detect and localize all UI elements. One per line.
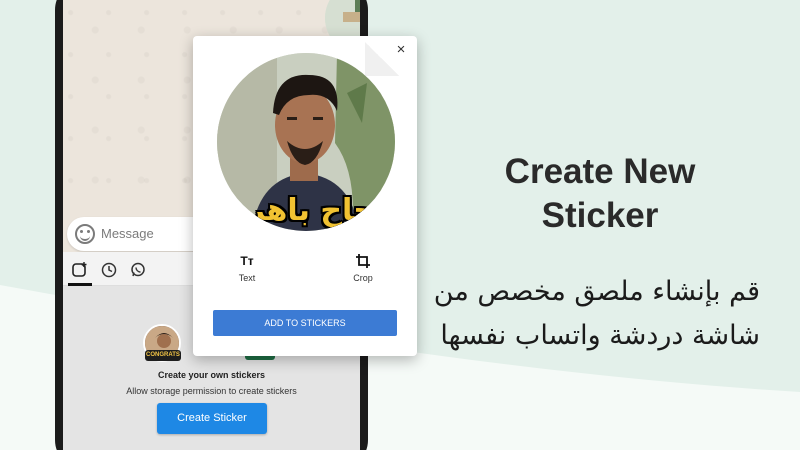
headline-line-2: Sticker <box>541 196 659 235</box>
message-placeholder: Message <box>101 226 154 241</box>
text-icon: Tт <box>240 254 254 268</box>
arabic-line-1: قم بإنشاء ملصق مخصص من <box>433 276 760 307</box>
sticker-photo-preview[interactable]: نجاح باهر <box>217 53 395 231</box>
add-to-stickers-button[interactable]: ADD TO STICKERS <box>213 310 397 336</box>
crop-icon <box>333 254 393 270</box>
clock-icon[interactable] <box>98 259 120 281</box>
text-tool-label: Text <box>238 273 256 283</box>
promo-headline: Create New Sticker <box>470 150 730 238</box>
sticker-add-icon[interactable] <box>69 259 91 281</box>
crop-tool[interactable]: Crop <box>333 254 393 283</box>
photo-caption-text: نجاح باهر <box>247 193 387 228</box>
create-sticker-button[interactable]: Create Sticker <box>157 403 267 434</box>
create-stickers-title: Create your own stickers <box>157 370 266 380</box>
congrats-badge: CONGRATS <box>145 350 181 361</box>
close-icon[interactable]: × <box>393 42 409 58</box>
headline-line-1: Create New <box>504 152 696 191</box>
promo-arabic-text: قم بإنشاء ملصق مخصص من شاشة دردشة واتساب… <box>420 270 760 358</box>
sticker-editor-dialog: × نجاح باهر Tт Text Crop ADD TO STICKERS <box>193 36 417 356</box>
create-stickers-subtitle: Allow storage permission to create stick… <box>126 386 297 396</box>
emoji-icon[interactable] <box>75 224 95 244</box>
arabic-line-2: شاشة دردشة واتساب نفسها <box>440 320 760 351</box>
whatsapp-icon[interactable] <box>127 259 149 281</box>
crop-tool-label: Crop <box>353 273 373 283</box>
text-tool[interactable]: Tт Text <box>217 254 277 283</box>
